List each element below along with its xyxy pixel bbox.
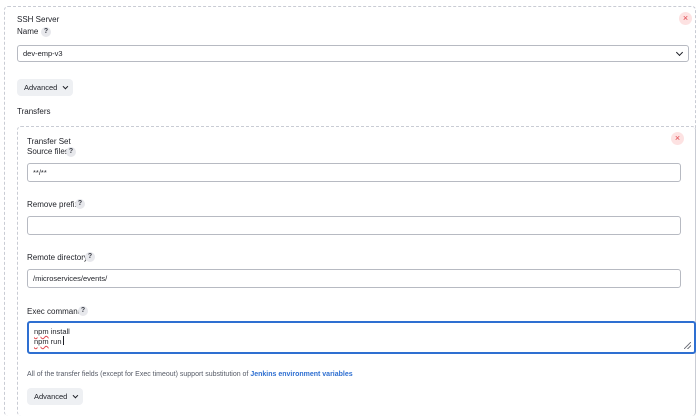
remove-transfer-set-close-icon[interactable]: × xyxy=(671,132,684,145)
ssh-advanced-label: Advanced xyxy=(24,83,58,92)
name-label: Name xyxy=(17,27,39,36)
remove-prefix-input[interactable] xyxy=(27,216,681,235)
name-select[interactable]: dev-emp-v3 xyxy=(17,45,689,62)
transfers-label: Transfers xyxy=(17,107,51,116)
exec-command-line: npm install xyxy=(34,327,689,336)
command-text: install xyxy=(48,327,70,336)
remote-directory-help-icon[interactable]: ? xyxy=(85,252,95,262)
substitution-note-text: All of the transfer fields (except for E… xyxy=(27,371,251,378)
resize-handle-icon[interactable] xyxy=(684,342,691,349)
chevron-down-icon xyxy=(62,83,69,90)
remove-prefix-help-icon[interactable]: ? xyxy=(75,199,85,209)
chevron-down-icon xyxy=(72,392,79,399)
substitution-note: All of the transfer fields (except for E… xyxy=(27,371,353,378)
remote-directory-input[interactable]: /microservices/events/ xyxy=(27,269,681,288)
ssh-advanced-button[interactable]: Advanced xyxy=(17,79,74,96)
chevron-down-icon xyxy=(675,48,684,57)
exec-command-textarea[interactable]: npm install npm run xyxy=(27,321,696,354)
remove-prefix-label: Remove prefix xyxy=(27,200,79,209)
spellcheck-word: npm xyxy=(34,337,49,346)
spellcheck-word: npm xyxy=(34,327,49,336)
exec-command-label: Exec command xyxy=(27,307,83,316)
command-text: run xyxy=(48,337,62,346)
transfer-set-heading: Transfer Set xyxy=(27,137,71,146)
jenkins-env-vars-link[interactable]: Jenkins environment variables xyxy=(250,371,352,378)
exec-command-line: npm run xyxy=(34,336,689,346)
source-files-help-icon[interactable]: ? xyxy=(66,147,76,157)
name-help-icon[interactable]: ? xyxy=(41,27,51,37)
ssh-server-heading: SSH Server xyxy=(17,15,60,24)
transfer-advanced-label: Advanced xyxy=(34,392,68,401)
remove-ssh-server-close-icon[interactable]: × xyxy=(679,12,692,25)
source-files-input[interactable]: **/** xyxy=(27,163,681,182)
text-cursor xyxy=(62,336,64,345)
transfer-advanced-button[interactable]: Advanced xyxy=(27,388,84,405)
source-files-label: Source files xyxy=(27,147,69,156)
name-select-value: dev-emp-v3 xyxy=(23,49,63,58)
exec-command-help-icon[interactable]: ? xyxy=(78,306,88,316)
remote-directory-label: Remote directory xyxy=(27,253,88,262)
